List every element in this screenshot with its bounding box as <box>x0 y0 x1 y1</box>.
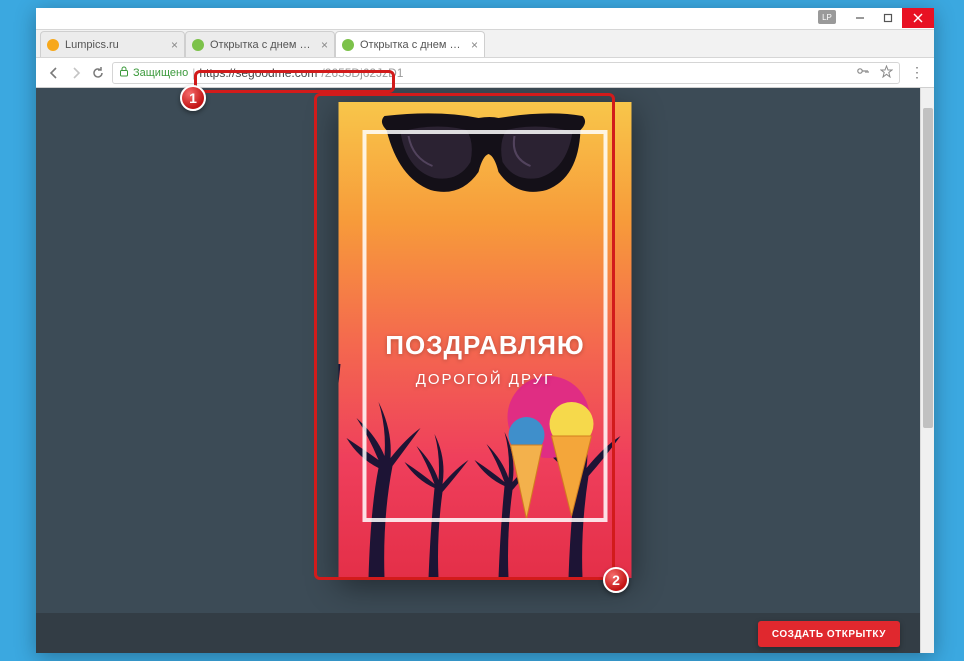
reload-button[interactable] <box>90 65 106 81</box>
forward-button[interactable] <box>68 65 84 81</box>
create-postcard-button[interactable]: СОЗДАТЬ ОТКРЫТКУ <box>758 621 900 647</box>
maximize-button[interactable] <box>874 8 902 28</box>
url-host: https://segoodme.com <box>199 66 317 80</box>
key-icon[interactable] <box>856 65 870 81</box>
tab-label: Открытка с днем рожде <box>210 39 315 51</box>
back-button[interactable] <box>46 65 62 81</box>
close-button[interactable] <box>902 8 934 28</box>
tab-strip: Lumpics.ru × Открытка с днем рожде × Отк… <box>36 30 934 58</box>
tab-postcard-2[interactable]: Открытка с днем рожде × <box>335 31 485 57</box>
card-subtitle: ДОРОГОЙ ДРУГ <box>339 371 632 388</box>
titlebar: LP <box>36 8 934 30</box>
secure-label: Защищено <box>133 67 188 79</box>
scrollbar-thumb[interactable] <box>923 108 933 428</box>
window-controls <box>846 8 934 28</box>
bottom-bar: СОЗДАТЬ ОТКРЫТКУ <box>36 613 920 653</box>
browser-window: LP Lumpics.ru × Открытка с днем рожде × <box>36 8 934 653</box>
tab-label: Lumpics.ru <box>65 39 165 51</box>
toolbar: Защищено | https://segoodme.com/2655Dj62… <box>36 58 934 88</box>
card-title: ПОЗДРАВЛЯЮ <box>339 330 632 361</box>
menu-button[interactable]: ⋮ <box>906 64 928 81</box>
ice-cream-art-2 <box>502 413 552 523</box>
close-tab-icon[interactable]: × <box>471 38 478 52</box>
user-badge: LP <box>818 10 836 24</box>
card-text: ПОЗДРАВЛЯЮ ДОРОГОЙ ДРУГ <box>339 330 632 388</box>
favicon-icon <box>47 39 59 51</box>
annotation-badge-2: 2 <box>603 567 629 593</box>
postcard[interactable]: ПОЗДРАВЛЯЮ ДОРОГОЙ ДРУГ <box>339 102 632 578</box>
vertical-scrollbar[interactable] <box>920 88 934 653</box>
sunglasses-art <box>379 112 589 202</box>
url-path: /2655Dj62JzD1 <box>321 66 403 80</box>
page-viewport: ПОЗДРАВЛЯЮ ДОРОГОЙ ДРУГ СОЗДАТЬ ОТКРЫТКУ <box>36 88 934 653</box>
favicon-icon <box>342 39 354 51</box>
tab-label: Открытка с днем рожде <box>360 39 465 51</box>
close-tab-icon[interactable]: × <box>321 38 328 52</box>
star-icon[interactable] <box>880 65 893 81</box>
close-tab-icon[interactable]: × <box>171 38 178 52</box>
tab-postcard-1[interactable]: Открытка с днем рожде × <box>185 31 335 57</box>
lock-icon <box>119 66 129 80</box>
favicon-icon <box>192 39 204 51</box>
address-bar[interactable]: Защищено | https://segoodme.com/2655Dj62… <box>112 62 900 84</box>
separator: | <box>192 66 195 80</box>
annotation-badge-1: 1 <box>180 85 206 111</box>
minimize-button[interactable] <box>846 8 874 28</box>
tab-lumpics[interactable]: Lumpics.ru × <box>40 31 185 57</box>
